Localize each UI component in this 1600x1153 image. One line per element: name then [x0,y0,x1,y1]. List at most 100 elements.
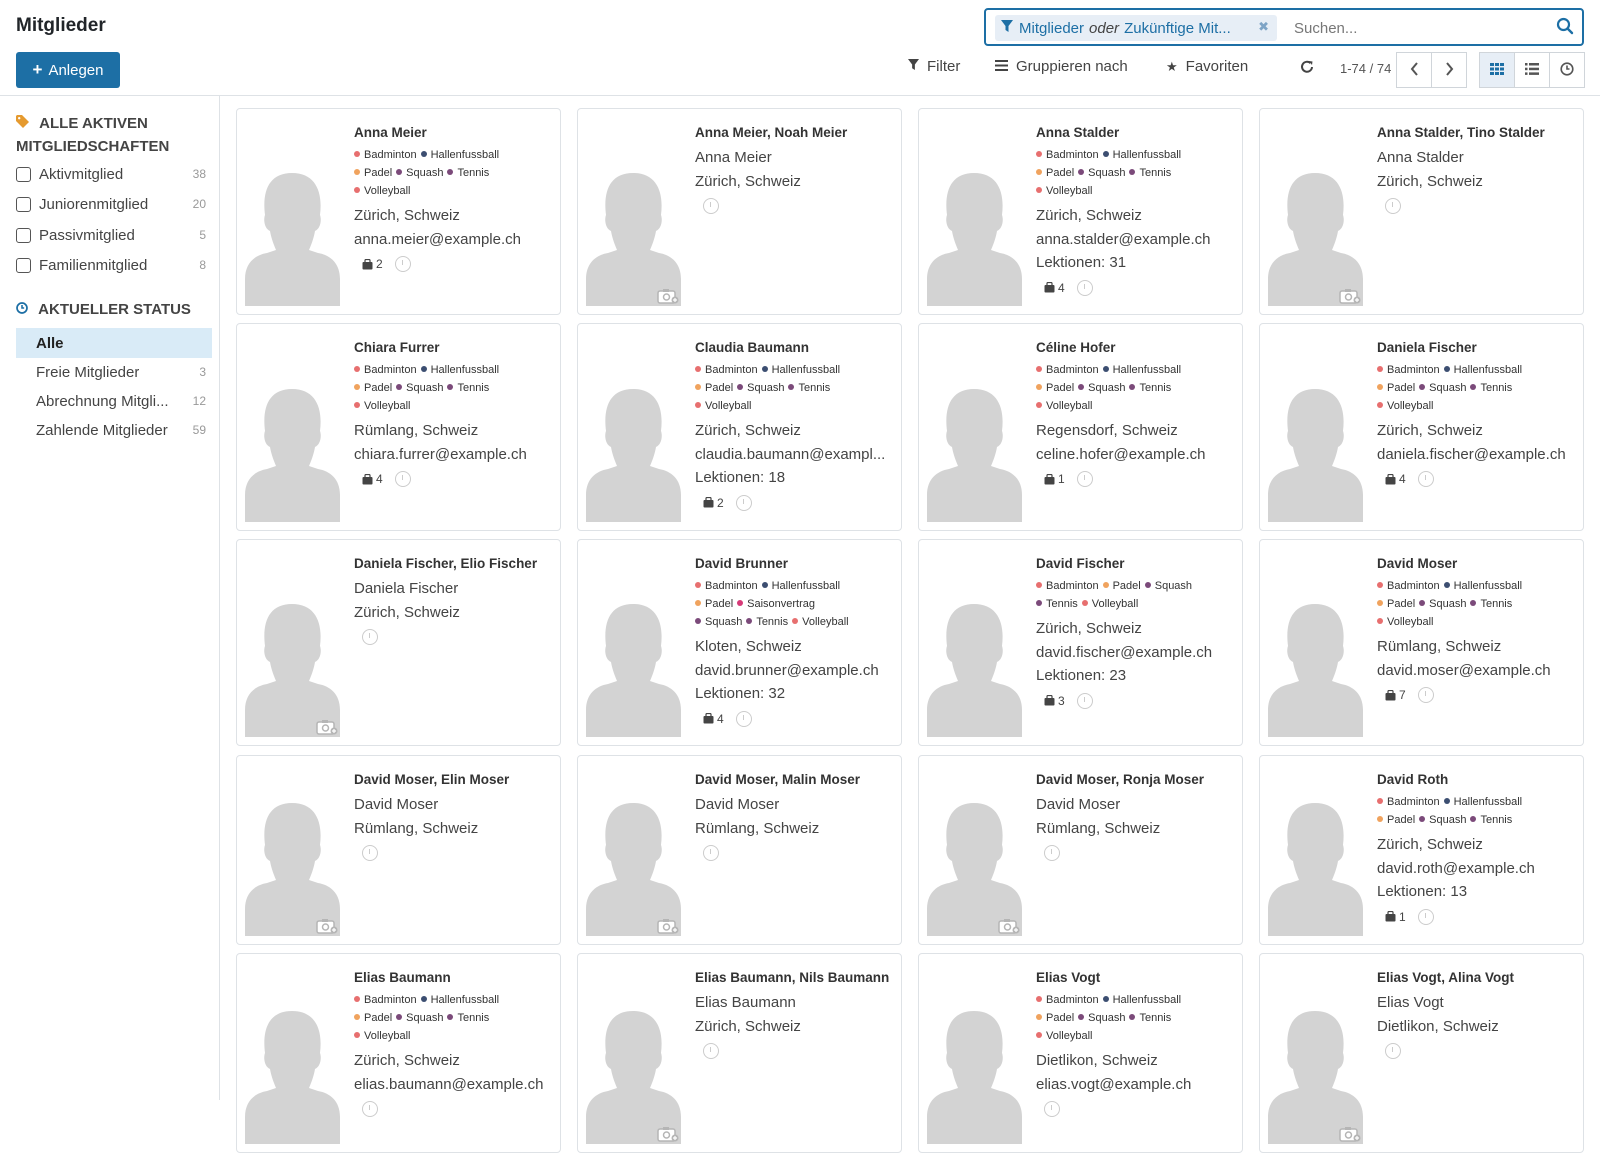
group-by-button[interactable]: Gruppieren nach [995,58,1128,75]
activity-clock-icon[interactable] [703,845,719,861]
activity-clock-icon[interactable] [1076,471,1093,487]
status-filter-zahlende[interactable]: Zahlende Mitglieder 59 [16,415,212,445]
kanban-card[interactable]: Elias Vogt, Alina Vogt Elias Vogt Dietliko… [1259,953,1584,1153]
kanban-card[interactable]: Daniela Fischer Badminton Hallenfussball Pa… [1259,323,1584,531]
pager-next-button[interactable] [1431,52,1467,88]
kanban-card[interactable]: David Brunner Badminton Hallenfussball Pade… [577,539,902,746]
activity-clock-icon[interactable] [394,471,411,487]
status-filter-freie[interactable]: Freie Mitglieder 3 [16,357,212,387]
activity-clock-icon[interactable] [362,629,378,645]
membership-count: 38 [192,167,206,181]
activity-clock-icon[interactable] [735,710,752,727]
checkbox[interactable] [16,196,31,212]
search-icon[interactable] [1556,17,1574,35]
kanban-card[interactable]: David Moser Badminton Hallenfussball Padel S… [1259,539,1584,746]
member-name: David Moser, Elin Moser [354,772,510,787]
activity-clock-icon[interactable] [1385,1043,1401,1059]
kanban-card[interactable]: David Moser, Ronja Moser David Moser Rümla… [918,755,1243,945]
status-label: Abrechnung Mitgli... [36,392,169,410]
membership-filter-passiv[interactable]: Passivmitglied 5 [16,224,206,246]
bookings-counter[interactable]: 4 [1377,472,1406,486]
bookings-counter[interactable]: 4 [1036,281,1065,295]
membership-tag: Badminton [1036,580,1099,592]
kanban-card[interactable]: Chiara Furrer Badminton Hallenfussball Pade… [236,323,561,531]
favorites-button[interactable]: ★ Favoriten [1166,58,1248,75]
bookings-counter[interactable]: 7 [1377,688,1406,702]
activity-clock-icon[interactable] [735,494,752,511]
avatar-placeholder [586,151,681,306]
kanban-card[interactable]: David Moser, Malin Moser David Moser Rümla… [577,755,902,945]
activity-clock-icon[interactable] [1076,279,1093,296]
kanban-card[interactable]: David Fischer Badminton Padel Squash Tennis V… [918,539,1243,746]
status-filter-alle[interactable]: Alle [16,328,212,358]
camera-icon[interactable] [998,918,1020,934]
activity-clock-icon[interactable] [1044,845,1060,861]
kanban-card[interactable]: Elias Vogt Badminton Hallenfussball Padel Sq… [918,953,1243,1153]
kanban-card[interactable]: Anna Meier Badminton Hallenfussball Padel Sq… [236,108,561,315]
card-details: David Moser Badminton Hallenfussball Padel S… [1377,556,1575,703]
camera-icon[interactable] [657,288,679,304]
remove-facet-icon[interactable]: ✖ [1258,19,1269,35]
kanban-card[interactable]: Céline Hofer Badminton Hallenfussball Padel… [918,323,1243,531]
activity-clock-icon[interactable] [703,1043,719,1059]
bookings-counter[interactable]: 3 [1036,694,1065,708]
card-footer [695,1043,893,1059]
activity-clock-icon[interactable] [703,198,719,214]
pager-previous-button[interactable] [1396,52,1432,88]
activity-clock-icon[interactable] [1385,198,1401,214]
pager-value[interactable]: 1-74 / 74 [1340,61,1391,76]
kanban-view-button[interactable] [1479,52,1515,88]
activity-clock-icon[interactable] [1076,692,1093,709]
card-field: Regensdorf, Schweiz [1036,422,1178,439]
bookings-counter[interactable]: 2 [695,496,724,510]
membership-filter-familie[interactable]: Familienmitglied 8 [16,254,206,276]
tag-color-dot [396,384,403,390]
activity-clock-icon[interactable] [1417,687,1434,703]
kanban-card[interactable]: Anna Stalder Badminton Hallenfussball Padel… [918,108,1243,315]
activity-clock-icon[interactable] [1417,908,1434,925]
bookings-counter[interactable]: 4 [354,472,383,486]
membership-filter-junioren[interactable]: Juniorenmitglied 20 [16,193,206,215]
kanban-card[interactable]: Elias Baumann Badminton Hallenfussball Pade… [236,953,561,1153]
list-view-button[interactable] [1514,52,1550,88]
camera-icon[interactable] [657,1126,679,1142]
checkbox[interactable] [16,227,31,243]
activity-clock-icon[interactable] [1417,471,1434,487]
card-details: Claudia Baumann Badminton Hallenfussball Pa… [695,340,893,511]
membership-filter-aktiv[interactable]: Aktivmitglied 38 [16,163,206,185]
camera-icon[interactable] [316,719,338,735]
tag-color-dot [354,1032,360,1038]
checkbox[interactable] [16,257,31,273]
bookings-counter[interactable]: 1 [1036,472,1065,486]
camera-icon[interactable] [657,918,679,934]
activity-clock-icon[interactable] [362,1101,378,1117]
bookings-counter[interactable]: 4 [695,712,724,726]
activity-clock-icon[interactable] [394,256,411,272]
kanban-card[interactable]: David Moser, Elin Moser David Moser Rümlan… [236,755,561,945]
kanban-card[interactable]: David Roth Badminton Hallenfussball Padel Sq… [1259,755,1584,945]
membership-tag: Squash [1078,382,1125,394]
kanban-card[interactable]: Anna Meier, Noah Meier Anna Meier Zürich, … [577,108,902,315]
camera-icon[interactable] [316,918,338,934]
checkbox[interactable] [16,166,31,182]
filter-button[interactable]: Filter [908,58,960,75]
kanban-card[interactable]: Claudia Baumann Badminton Hallenfussball Pa… [577,323,902,531]
filter-facet[interactable]: Mitglieder oder Zukünftige Mit... ✖ [995,15,1277,41]
tag-color-dot [1036,366,1042,372]
search-input[interactable] [1292,15,1542,41]
bookings-counter[interactable]: 2 [354,257,383,271]
refresh-icon[interactable] [1300,60,1314,78]
membership-tag: Tennis [1036,598,1078,610]
kanban-card[interactable]: Elias Baumann, Nils Baumann Elias Baumann… [577,953,902,1153]
status-filter-abrechnung[interactable]: Abrechnung Mitgli... 12 [16,386,212,416]
kanban-card[interactable]: Anna Stalder, Tino Stalder Anna Stalder Zü… [1259,108,1584,315]
activity-clock-icon[interactable] [362,845,378,861]
activity-clock-icon[interactable] [1044,1101,1060,1117]
camera-icon[interactable] [1339,288,1361,304]
plus-icon: + [32,60,43,79]
activity-view-button[interactable] [1549,52,1585,88]
kanban-card[interactable]: Daniela Fischer, Elio Fischer Daniela Fis… [236,539,561,746]
camera-icon[interactable] [1339,1126,1361,1142]
bookings-counter[interactable]: 1 [1377,910,1406,924]
create-button[interactable]: + Anlegen [16,52,120,88]
